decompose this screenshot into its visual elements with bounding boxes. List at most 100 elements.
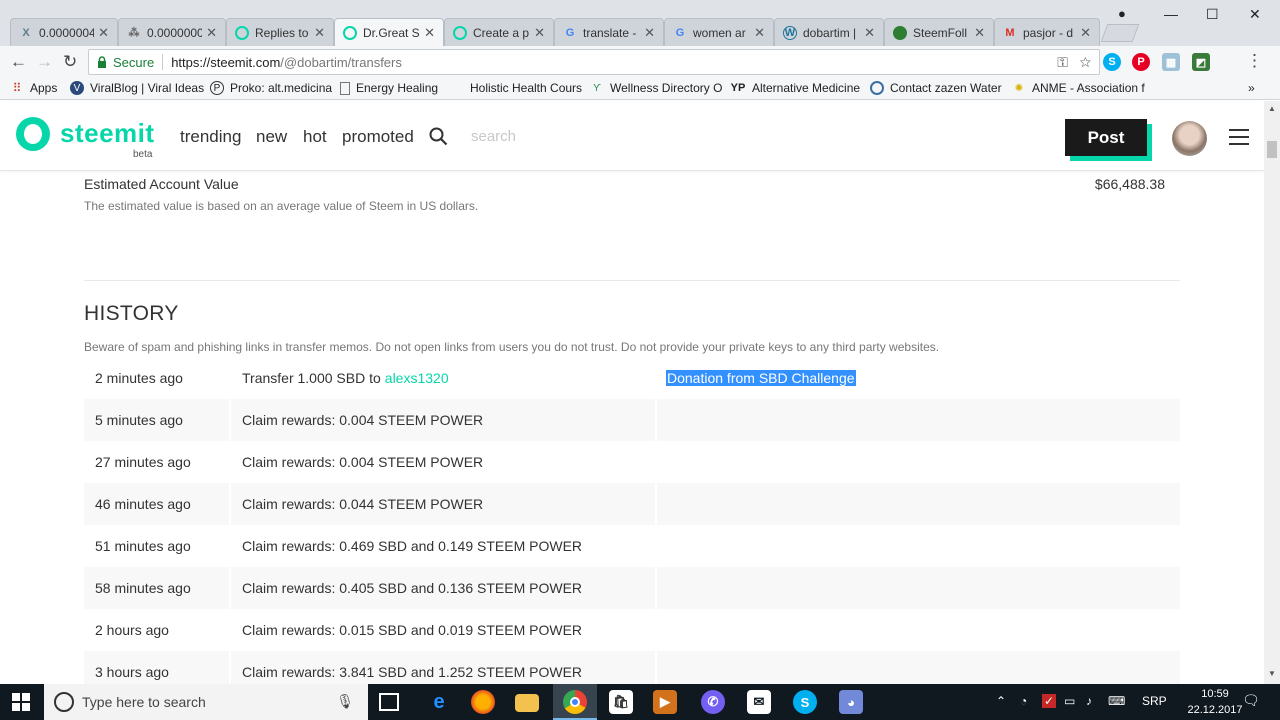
close-icon[interactable]: ✕ (314, 25, 325, 41)
battery-icon[interactable]: ▭ (1064, 694, 1075, 708)
avatar[interactable] (1172, 121, 1207, 156)
action-center-icon[interactable]: 🗨 (1242, 692, 1260, 709)
row-time: 27 minutes ago (95, 454, 191, 470)
browser-tab[interactable]: Create a p ✕ (444, 18, 554, 46)
bookmark-item[interactable]: P Proko: alt.medicina (210, 81, 332, 95)
browser-tab[interactable]: G women ar ✕ (664, 18, 774, 46)
pinterest-extension-icon[interactable]: P (1132, 53, 1150, 71)
picture-extension-icon[interactable]: ▦ (1162, 53, 1180, 71)
mail-icon[interactable]: ✉ (747, 690, 771, 714)
address-bar[interactable]: Secure https://steemit.com/@dobartim/tra… (88, 49, 1100, 75)
skype-extension-icon[interactable]: S (1103, 53, 1121, 71)
browser-tab[interactable]: M pasjor - d ✕ (994, 18, 1100, 46)
system-clock[interactable]: 10:59 22.12.2017 (1186, 686, 1244, 718)
task-view-icon[interactable] (379, 693, 399, 711)
close-icon[interactable]: ✕ (864, 25, 875, 41)
browser-tab-active[interactable]: Dr.Great S ✕ (334, 18, 444, 46)
forward-button[interactable]: → (36, 52, 53, 72)
bookmark-item[interactable]: V ViralBlog | Viral Ideas (70, 81, 204, 95)
menu-icon[interactable]: ⋮ (1246, 51, 1263, 71)
discord-icon[interactable]: ◕ (839, 690, 863, 714)
steemit-logo-icon[interactable] (16, 117, 50, 151)
close-icon[interactable]: ✕ (206, 25, 217, 41)
taskbar-search-box[interactable]: Type here to search 🎙 (44, 684, 368, 720)
steemit-icon (235, 25, 249, 40)
search-input[interactable]: search (471, 128, 516, 145)
edge-icon[interactable]: e (427, 690, 451, 714)
microphone-icon[interactable]: 🎙 (336, 693, 354, 710)
nav-promoted[interactable]: promoted (342, 127, 414, 147)
input-language[interactable]: SRP (1142, 694, 1167, 708)
table-row: 51 minutes ago Claim rewards: 0.469 SBD … (84, 525, 1180, 567)
tray-chevron-icon[interactable]: ⌃ (996, 694, 1006, 708)
row-time: 5 minutes ago (84, 399, 229, 441)
lock-icon (98, 56, 106, 68)
reload-button[interactable]: ↻ (63, 52, 77, 72)
google-icon: G (565, 26, 575, 39)
browser-tab[interactable]: SteemFoll ✕ (884, 18, 994, 46)
scroll-up-arrow-icon[interactable]: ▲ (1268, 104, 1276, 113)
nav-trending[interactable]: trending (180, 127, 241, 147)
gmail-icon: M (1005, 26, 1015, 39)
bookmark-item[interactable]: Energy Healing (340, 81, 438, 95)
row-description: Claim rewards: 0.004 STEEM POWER (229, 399, 655, 441)
browser-tab[interactable]: Replies to ✕ (226, 18, 334, 46)
google-icon: G (675, 26, 685, 39)
bookmarks-overflow-icon[interactable]: » (1248, 81, 1255, 95)
close-icon[interactable]: ✕ (974, 25, 985, 41)
recipient-link[interactable]: alexs1320 (385, 370, 449, 386)
browser-tab[interactable]: X 0.0000004 ✕ (10, 18, 118, 46)
star-icon[interactable]: ☆ (1080, 54, 1091, 70)
close-icon[interactable]: ✕ (1080, 25, 1091, 41)
bookmark-item[interactable]: ✺ ANME - Association f (1012, 81, 1145, 95)
profile-icon[interactable]: ● (1118, 6, 1126, 21)
search-icon[interactable] (429, 127, 448, 146)
close-icon[interactable]: ✕ (754, 25, 765, 41)
windows-start-icon[interactable] (12, 693, 30, 711)
close-window-button[interactable]: ✕ (1249, 6, 1261, 23)
memo-text-selected[interactable]: Donation from SBD Challenge (666, 370, 856, 386)
close-icon[interactable]: ✕ (644, 25, 655, 41)
hamburger-menu-icon[interactable] (1229, 129, 1249, 145)
extension-icon[interactable]: ◩ (1192, 53, 1210, 71)
chrome-icon[interactable] (563, 690, 587, 714)
key-icon[interactable]: ⚿ (1057, 54, 1068, 70)
back-button[interactable]: ← (10, 52, 27, 72)
minimize-button[interactable]: — (1164, 6, 1178, 22)
site-logo[interactable]: steemit (60, 118, 155, 149)
scroll-thumb[interactable] (1267, 141, 1277, 158)
bookmark-apps[interactable]: ⠿ Apps (10, 81, 58, 95)
browser-tab[interactable]: G translate - ✕ (554, 18, 664, 46)
bookmark-item[interactable]: Holistic Health Cours (450, 81, 582, 95)
firefox-icon[interactable] (471, 690, 495, 714)
row-description: Claim rewards: 3.841 SBD and 1.252 STEEM… (229, 651, 655, 684)
browser-tab[interactable]: ⁂ 0.0000000 ✕ (118, 18, 226, 46)
bookmark-item[interactable]: YP Alternative Medicine (730, 81, 860, 95)
volume-icon[interactable]: ♪ (1086, 694, 1092, 708)
nav-hot[interactable]: hot (303, 127, 327, 147)
close-icon[interactable]: ✕ (98, 25, 109, 41)
media-player-icon[interactable]: ▶ (653, 690, 677, 714)
post-button[interactable]: Post (1065, 119, 1147, 156)
close-icon[interactable]: ✕ (534, 25, 545, 41)
maximize-button[interactable]: ☐ (1206, 6, 1219, 23)
new-tab-button[interactable] (1100, 24, 1140, 42)
browser-tab[interactable]: W dobartim | ✕ (774, 18, 884, 46)
bookmark-item[interactable]: Contact zazen Water (870, 81, 1002, 95)
antivirus-icon[interactable]: ✓ (1042, 694, 1057, 708)
network-icon[interactable]: ◔ (1020, 694, 1027, 708)
viber-icon[interactable]: ✆ (701, 690, 725, 714)
close-icon[interactable]: ✕ (424, 25, 435, 41)
nav-new[interactable]: new (256, 127, 287, 147)
scroll-down-arrow-icon[interactable]: ▼ (1268, 669, 1276, 678)
secure-indicator[interactable]: Secure (97, 55, 154, 70)
page-scrollbar[interactable]: ▲ ▼ (1264, 101, 1280, 684)
keyboard-icon[interactable]: ⌨ (1108, 694, 1125, 708)
file-explorer-icon[interactable] (515, 694, 539, 712)
wordpress-icon: W (783, 25, 797, 40)
bookmark-item[interactable]: ϒ Wellness Directory O (590, 81, 722, 95)
row-time: 2 minutes ago (95, 370, 183, 386)
skype-icon[interactable]: S (793, 690, 817, 714)
table-row: 5 minutes ago Claim rewards: 0.004 STEEM… (84, 399, 1180, 441)
store-icon[interactable]: 🛍 (609, 690, 633, 714)
